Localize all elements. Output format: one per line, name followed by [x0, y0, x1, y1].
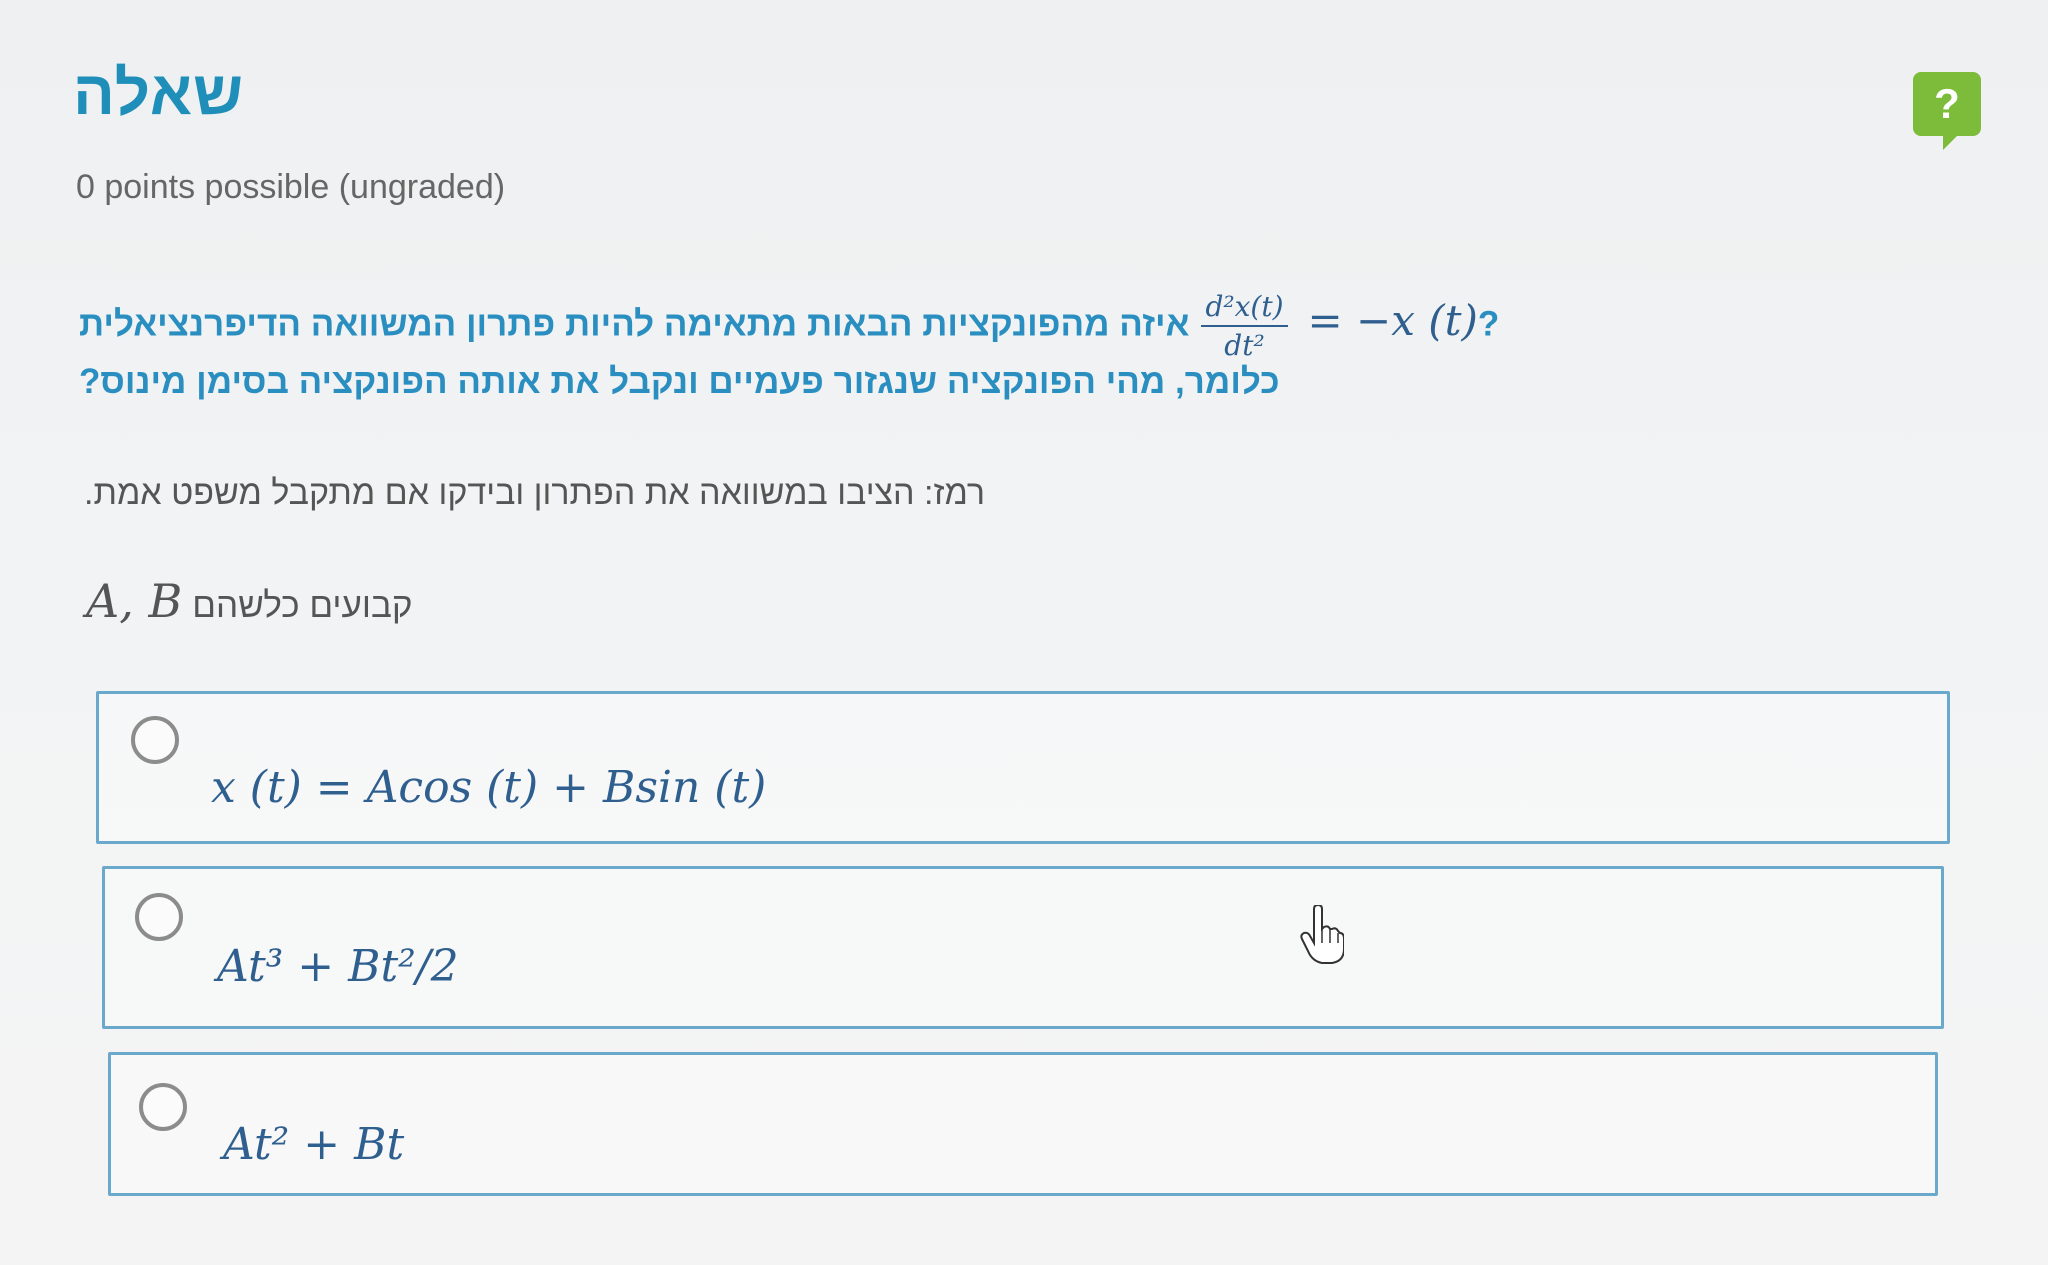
question-mark: ?	[1477, 304, 1500, 344]
option-label-1: x (t) = Acos (t) + Bsin (t)	[211, 762, 767, 813]
answer-option-2[interactable]: At³ + Bt²/2	[102, 866, 1944, 1029]
help-button[interactable]: ?	[1913, 72, 1981, 150]
answer-option-1[interactable]: x (t) = Acos (t) + Bsin (t)	[96, 691, 1950, 844]
points-possible: 0 points possible (ungraded)	[76, 168, 506, 206]
constants-symbols: A, B	[86, 574, 183, 628]
equation-numerator: d²x(t)	[1201, 290, 1288, 327]
constants-note: A, B קבועים כלשהם	[86, 574, 413, 628]
question-text-1: איזה מהפונקציות הבאות מתאימה להיות פתרון…	[79, 304, 1190, 344]
constants-text: קבועים כלשהם	[192, 586, 413, 625]
hint-text: רמז: הציבו במשוואה את הפתרון ובידקו אם מ…	[84, 474, 985, 512]
answer-option-3[interactable]: At² + Bt	[108, 1052, 1938, 1196]
option-label-2: At³ + Bt²/2	[217, 941, 459, 992]
problem-title: שאלה	[73, 59, 245, 128]
question-line-1: איזה מהפונקציות הבאות מתאימה להיות פתרון…	[79, 290, 1499, 362]
help-question-icon: ?	[1934, 80, 1960, 127]
option-label-3: At² + Bt	[223, 1119, 405, 1170]
radio-option-2[interactable]	[135, 893, 183, 941]
equation-fraction: d²x(t) dt²	[1201, 290, 1288, 362]
hand-pointer-icon	[1300, 905, 1344, 964]
radio-option-1[interactable]	[131, 716, 179, 764]
equation-rhs: = −x (t)	[1307, 296, 1478, 346]
radio-option-3[interactable]	[139, 1083, 187, 1131]
equation-denominator: dt²	[1224, 329, 1265, 362]
question-line-2: כלומר, מהי הפונקציה שנגזור פעמיים ונקבל …	[79, 362, 1280, 401]
